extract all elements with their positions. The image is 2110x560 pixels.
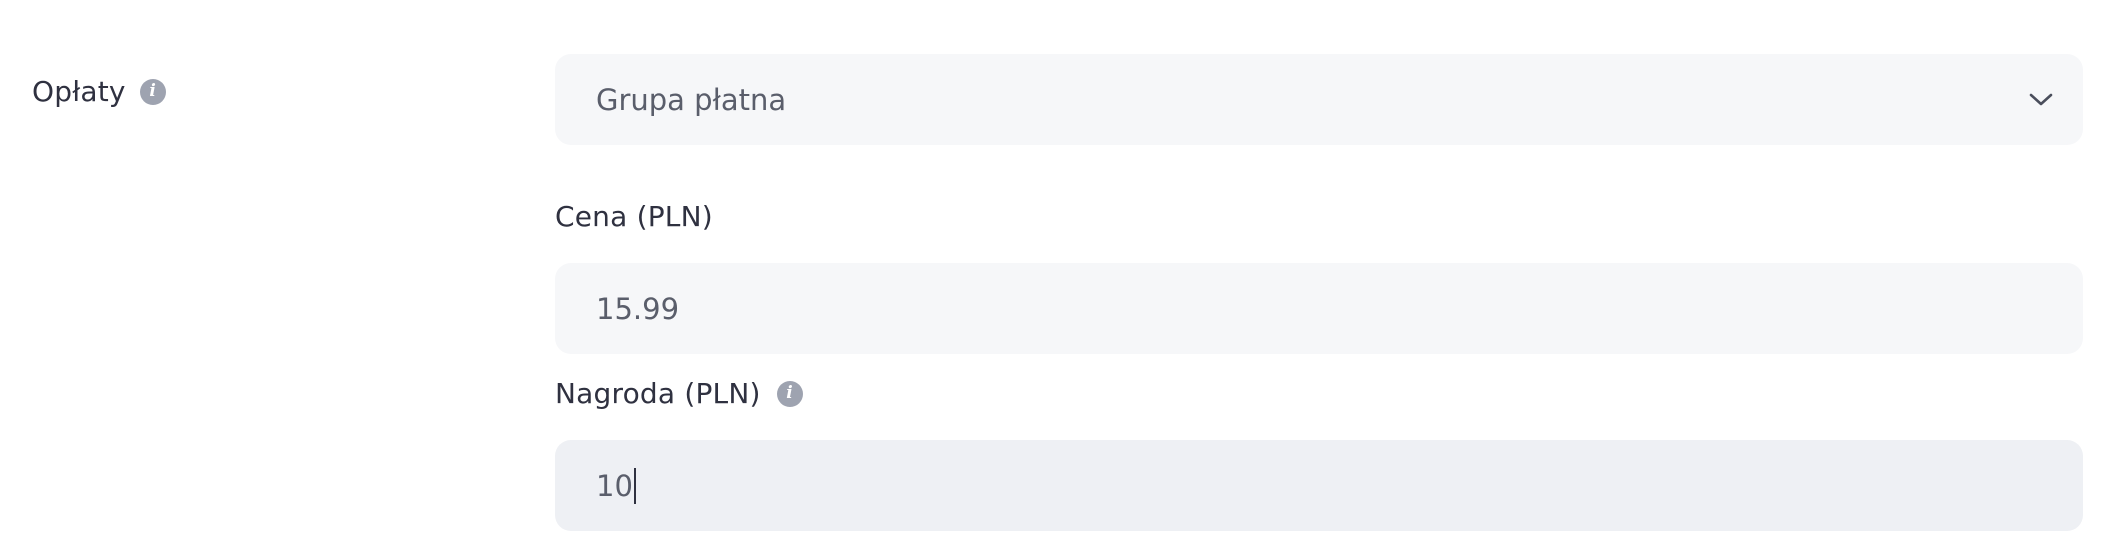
- price-input-value: 15.99: [596, 291, 680, 326]
- chevron-down-icon: [2029, 93, 2053, 105]
- group-type-selected-value: Grupa płatna: [596, 82, 787, 117]
- fees-section-label: Opłaty i: [32, 75, 166, 108]
- prize-input-value: 10: [596, 468, 633, 503]
- prize-label-text: Nagroda (PLN): [555, 377, 761, 410]
- price-label-text: Cena (PLN): [555, 200, 713, 233]
- fees-info-icon[interactable]: i: [139, 78, 166, 105]
- price-field-label: Cena (PLN): [555, 200, 713, 233]
- prize-info-icon[interactable]: i: [776, 380, 803, 407]
- fees-label-text: Opłaty: [32, 75, 126, 108]
- group-type-select[interactable]: Grupa płatna: [555, 54, 2083, 145]
- fees-settings-page: Opłaty i Grupa płatna Cena (PLN) 15.99 N…: [0, 0, 2110, 560]
- prize-input[interactable]: 10: [555, 440, 2083, 531]
- text-caret: [633, 467, 636, 504]
- price-input[interactable]: 15.99: [555, 263, 2083, 354]
- prize-field-label: Nagroda (PLN) i: [555, 377, 803, 410]
